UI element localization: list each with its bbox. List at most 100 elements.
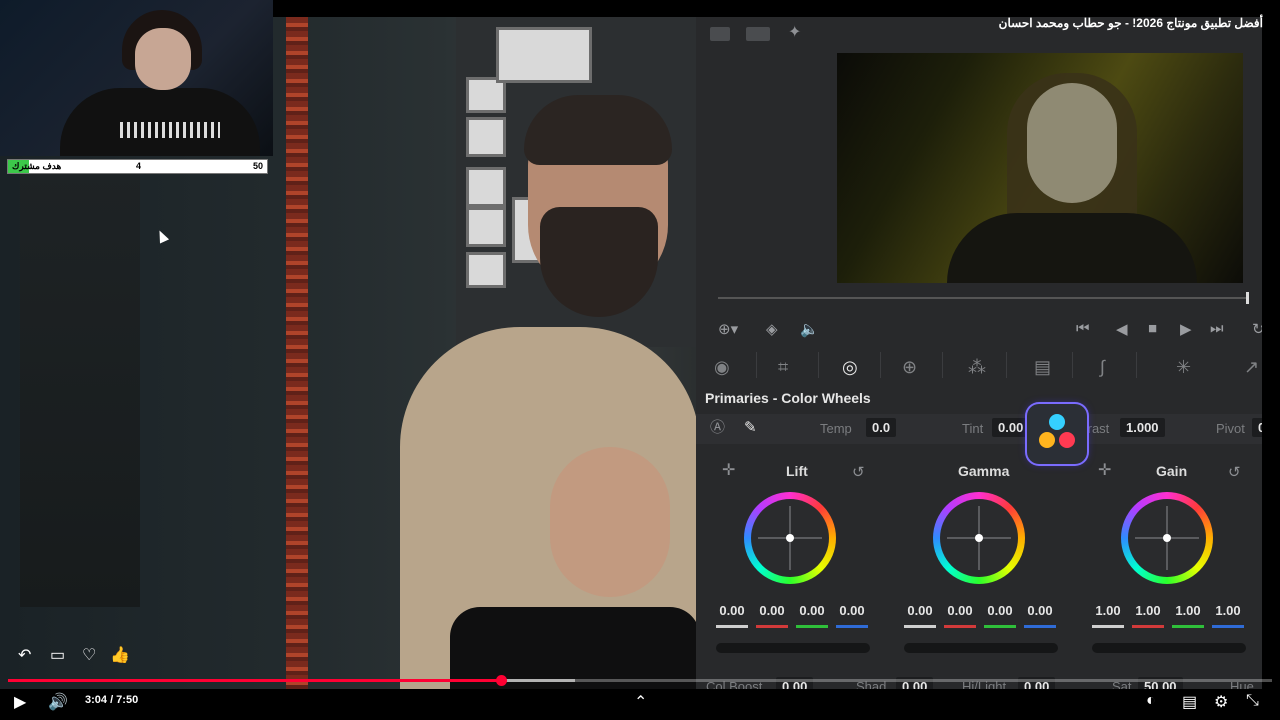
tint-label: Tint	[962, 421, 984, 436]
chevron-up-icon[interactable]: ⌃	[634, 692, 647, 712]
like-icon[interactable]: 👍	[110, 645, 130, 665]
progress-scrubber[interactable]	[495, 675, 507, 686]
gamma-g[interactable]: 0.00	[980, 603, 1020, 618]
warper-icon[interactable]: ✳	[1176, 357, 1191, 378]
goal-target: 50	[252, 161, 263, 171]
gain-y[interactable]: 1.00	[1088, 603, 1128, 618]
time-display: 3:04 / 7:50	[85, 694, 139, 706]
pivot-value[interactable]: 0	[1252, 418, 1262, 437]
gamma-master-slider[interactable]	[904, 643, 1058, 653]
play-icon[interactable]: ▶	[14, 692, 26, 712]
channel-underline	[756, 625, 788, 628]
captions-icon[interactable]: ▤	[1182, 692, 1197, 712]
color-match-icon[interactable]: ⌗	[778, 357, 788, 378]
lift-b[interactable]: 0.00	[832, 603, 872, 618]
lift-values[interactable]: 0.00 0.00 0.00 0.00	[712, 603, 872, 618]
gain-wheel[interactable]	[1121, 492, 1213, 584]
audio-icon[interactable]: 🔈	[800, 320, 819, 338]
channel-underline	[1212, 625, 1244, 628]
share-icon[interactable]: ↶	[18, 645, 31, 665]
davinci-resolve-logo	[1027, 404, 1087, 464]
gamma-b[interactable]: 0.00	[1020, 603, 1060, 618]
temp-label: Temp	[820, 421, 852, 436]
stop-icon[interactable]: ■	[1148, 320, 1157, 337]
tint-value[interactable]: 0.00	[992, 418, 1030, 437]
lift-r[interactable]: 0.00	[752, 603, 792, 618]
channel-underline	[796, 625, 828, 628]
contrast-label: trast	[1084, 421, 1110, 436]
gain-values[interactable]: 1.00 1.00 1.00 1.00	[1088, 603, 1248, 618]
picker-icon[interactable]: ✛	[1098, 463, 1111, 479]
autoplay-toggle-icon[interactable]: ◐	[1146, 692, 1156, 710]
subscriber-goal-bar: هدف مشترك 4 50	[7, 159, 268, 174]
gain-master-slider[interactable]	[1092, 643, 1246, 653]
comment-icon[interactable]: ▭	[50, 645, 65, 665]
reset-gain-icon[interactable]: ↺	[1228, 463, 1241, 481]
lift-g[interactable]: 0.00	[792, 603, 832, 618]
volume-icon[interactable]: 🔊	[48, 692, 68, 712]
settings-icon[interactable]: ⚙	[1214, 692, 1228, 712]
play-forward-icon[interactable]: ▶	[1180, 320, 1192, 338]
channel-underline	[984, 625, 1016, 628]
lift-wheel[interactable]	[744, 492, 836, 584]
pivot-label: Pivot	[1216, 421, 1245, 436]
magic-wand-icon[interactable]: ✦	[788, 25, 801, 41]
channel-underline	[836, 625, 868, 628]
dislike-icon[interactable]: ♡	[82, 645, 96, 665]
goal-label: هدف مشترك	[12, 161, 62, 171]
chair	[450, 607, 700, 689]
channel-underline	[1024, 625, 1056, 628]
lift-y[interactable]: 0.00	[712, 603, 752, 618]
loop-icon[interactable]: ↻	[1252, 320, 1262, 338]
host-person	[400, 87, 700, 689]
primaries-adjust-row: Ⓐ ✎ Temp 0.0 Tint 0.00 trast 1.000 Pivot…	[696, 414, 1262, 444]
gain-b[interactable]: 1.00	[1208, 603, 1248, 618]
background-shelf	[20, 167, 140, 607]
go-to-end-icon[interactable]: ⏭	[1210, 320, 1224, 337]
wheel-title-lift: Lift	[786, 463, 808, 479]
channel-underline	[1092, 625, 1124, 628]
step-back-icon[interactable]: ◀	[1116, 320, 1128, 338]
lift-master-slider[interactable]	[716, 643, 870, 653]
channel-underline	[1172, 625, 1204, 628]
channel-underline	[944, 625, 976, 628]
davinci-resolve-panel: ✦ ⊕▾ ◈ 🔈 ⏮ ◀ ■ ▶ ⏭ ↻ ◉ ⌗ ◎ ⊕ ⁂ ▤ ∫ ✳ ↗ P…	[696, 17, 1262, 689]
progress-played	[8, 679, 501, 682]
auto-balance-icon[interactable]: Ⓐ	[710, 420, 725, 436]
primaries-title: Primaries - Color Wheels	[705, 390, 871, 406]
reset-lift-icon[interactable]: ↺	[852, 463, 865, 481]
channel-underline	[1132, 625, 1164, 628]
eyedropper-icon[interactable]: ✎	[744, 420, 757, 436]
curves-icon[interactable]: ∫	[1100, 357, 1105, 378]
layout-button[interactable]	[746, 27, 770, 41]
viewer-scrubber[interactable]	[718, 297, 1248, 299]
gamma-wheel[interactable]	[933, 492, 1025, 584]
target-dropdown-icon[interactable]: ⊕▾	[718, 320, 738, 338]
color-wheels-icon[interactable]: ◎	[842, 357, 858, 378]
crosshair-icon[interactable]: ✛	[722, 463, 735, 479]
channel-underline	[716, 625, 748, 628]
camera-raw-icon[interactable]: ◉	[714, 357, 730, 378]
motion-effects-icon[interactable]: ▤	[1034, 357, 1051, 378]
wheel-title-gain: Gain	[1156, 463, 1188, 479]
gamma-values[interactable]: 0.00 0.00 0.00 0.00	[900, 603, 1060, 618]
viewer-mode-button[interactable]	[710, 27, 730, 41]
playhead[interactable]	[1246, 292, 1249, 304]
temp-value[interactable]: 0.0	[866, 418, 897, 437]
viewer-preview	[837, 53, 1243, 283]
hdr-wheels-icon[interactable]: ⊕	[902, 357, 917, 378]
video-title[interactable]: أفضل تطبيق مونتاج 2026! - جو حطاب ومحمد …	[999, 16, 1263, 30]
wheel-title-gamma: Gamma	[958, 463, 1010, 479]
contrast-value[interactable]: 1.000	[1120, 418, 1165, 437]
gamma-r[interactable]: 0.00	[940, 603, 980, 618]
go-to-start-icon[interactable]: ⏮	[1076, 320, 1090, 337]
exit-fullscreen-icon[interactable]: ⤡	[1246, 692, 1259, 710]
channel-underline	[904, 625, 936, 628]
stack-icon[interactable]: ◈	[766, 320, 778, 338]
gain-r[interactable]: 1.00	[1128, 603, 1168, 618]
qualifier-icon[interactable]: ↗	[1244, 357, 1259, 378]
goal-current: 4	[136, 161, 142, 171]
gain-g[interactable]: 1.00	[1168, 603, 1208, 618]
gamma-y[interactable]: 0.00	[900, 603, 940, 618]
rgb-mixer-icon[interactable]: ⁂	[968, 357, 986, 378]
